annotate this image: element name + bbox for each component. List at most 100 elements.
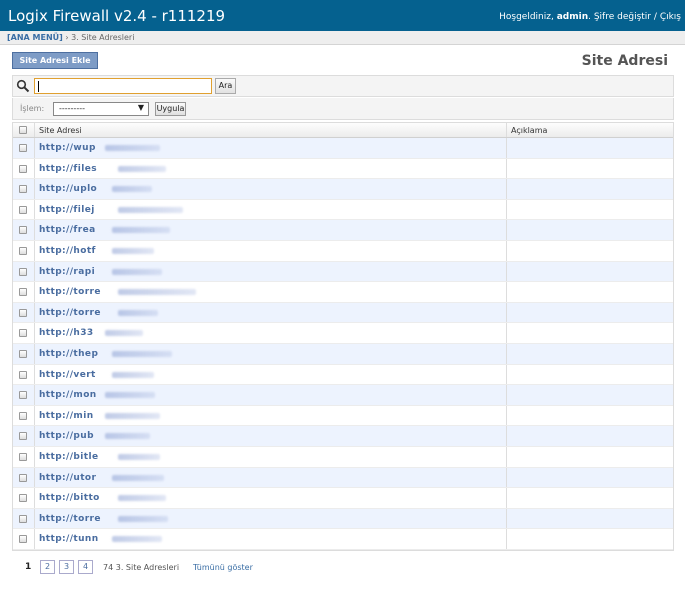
column-divider (34, 385, 35, 405)
page-link-3[interactable]: 3 (59, 560, 74, 574)
column-divider (34, 467, 35, 488)
table-row: http://bitto (13, 488, 673, 509)
site-address-link[interactable]: http://utor (39, 473, 96, 483)
redacted-url-part (118, 453, 161, 460)
search-button[interactable]: Ara (215, 78, 236, 94)
row-checkbox[interactable] (19, 432, 27, 441)
table-row: http://wup (13, 138, 673, 159)
page-link-4[interactable]: 4 (78, 560, 93, 574)
column-divider (506, 405, 507, 426)
site-address-link[interactable]: http://uplo (39, 184, 97, 194)
page-link-2[interactable]: 2 (40, 560, 55, 574)
row-checkbox[interactable] (19, 246, 27, 255)
column-divider (506, 385, 507, 405)
table-row: http://frea (13, 220, 673, 241)
show-all-link[interactable]: Tümünü göster (193, 563, 253, 572)
row-checkbox[interactable] (19, 329, 27, 338)
action-select[interactable]: --------- ▼ (53, 102, 149, 116)
table-row: http://bitle (13, 446, 673, 468)
site-address-link[interactable]: http://frea (39, 225, 96, 235)
column-divider (34, 261, 35, 282)
user-tools: Hoşgeldiniz, admin. Şifre değiştir / Çık… (499, 12, 681, 22)
redacted-url-part (111, 536, 162, 543)
username: admin (556, 12, 589, 22)
result-count: 74 3. Site Adresleri (103, 563, 180, 572)
row-checkbox[interactable] (19, 144, 27, 152)
redacted-url-part (111, 247, 154, 254)
change-password-link[interactable]: Şifre değiştir (594, 12, 651, 22)
table-row: http://pub (13, 426, 673, 447)
site-address-link[interactable]: http://bitle (39, 452, 98, 462)
row-checkbox[interactable] (19, 514, 27, 523)
row-checkbox[interactable] (19, 370, 27, 379)
site-address-link[interactable]: http://torre (39, 308, 101, 318)
column-divider (506, 220, 507, 240)
table-row: http://filej (13, 199, 673, 221)
row-checkbox[interactable] (19, 391, 27, 400)
row-checkbox[interactable] (19, 164, 27, 173)
breadcrumb-home-link[interactable]: [ANA MENÜ] (7, 33, 63, 42)
app-title: Logix Firewall v2.4 - r111219 (8, 7, 226, 25)
column-header-site-address[interactable]: Site Adresi (39, 126, 82, 135)
column-divider (34, 426, 35, 446)
action-label: İşlem: (20, 104, 45, 113)
column-divider (34, 364, 35, 385)
table-row: http://min (13, 405, 673, 427)
site-address-link[interactable]: http://tunn (39, 534, 99, 544)
table-row: http://torre (13, 282, 673, 303)
apply-button[interactable]: Uygula (155, 102, 186, 116)
row-checkbox[interactable] (19, 349, 27, 358)
logout-link[interactable]: Çıkış (660, 12, 681, 22)
add-site-address-button[interactable]: Site Adresi Ekle (12, 52, 98, 69)
site-address-link[interactable]: http://h33 (39, 328, 94, 338)
table-row: http://hotf (13, 240, 673, 262)
site-address-link[interactable]: http://min (39, 411, 94, 421)
column-header-description[interactable]: Açıklama (511, 126, 547, 135)
chevron-down-icon: ▼ (137, 103, 144, 112)
site-address-link[interactable]: http://files (39, 164, 97, 174)
row-checkbox[interactable] (19, 185, 27, 194)
column-divider (34, 240, 35, 261)
user-tools-separator: / (653, 12, 657, 22)
row-checkbox[interactable] (19, 535, 27, 544)
row-checkbox[interactable] (19, 452, 27, 461)
site-address-link[interactable]: http://mon (39, 390, 97, 400)
site-address-link[interactable]: http://rapi (39, 267, 95, 277)
column-divider (506, 240, 507, 261)
site-address-link[interactable]: http://pub (39, 431, 94, 441)
column-divider (34, 179, 35, 199)
site-address-link[interactable]: http://torre (39, 287, 101, 297)
row-checkbox[interactable] (19, 308, 27, 317)
redacted-url-part (111, 350, 172, 357)
column-divider (506, 302, 507, 323)
site-address-link[interactable]: http://vert (39, 370, 96, 380)
redacted-url-part (105, 433, 150, 440)
row-checkbox[interactable] (19, 226, 27, 235)
row-checkbox[interactable] (19, 411, 27, 420)
search-input[interactable] (34, 78, 212, 94)
redacted-url-part (111, 227, 170, 234)
table-row: http://rapi (13, 261, 673, 283)
column-divider (34, 220, 35, 240)
table-row: http://vert (13, 364, 673, 386)
row-checkbox[interactable] (19, 205, 27, 214)
column-divider (34, 199, 35, 220)
row-checkbox[interactable] (19, 267, 27, 276)
site-address-link[interactable]: http://filej (39, 205, 95, 215)
table-row: http://torre (13, 302, 673, 324)
site-address-link[interactable]: http://bitto (39, 493, 100, 503)
site-address-link[interactable]: http://thep (39, 349, 98, 359)
column-divider (34, 446, 35, 467)
row-checkbox[interactable] (19, 288, 27, 297)
site-address-link[interactable]: http://torre (39, 514, 101, 524)
site-address-link[interactable]: http://wup (39, 143, 96, 153)
row-checkbox[interactable] (19, 494, 27, 503)
site-address-link[interactable]: http://hotf (39, 246, 96, 256)
table-row: http://mon (13, 385, 673, 406)
column-divider (506, 199, 507, 220)
action-select-value: --------- (59, 104, 85, 113)
column-divider (34, 138, 35, 158)
row-checkbox[interactable] (19, 473, 27, 482)
column-divider (506, 364, 507, 385)
select-all-checkbox[interactable] (19, 126, 27, 134)
